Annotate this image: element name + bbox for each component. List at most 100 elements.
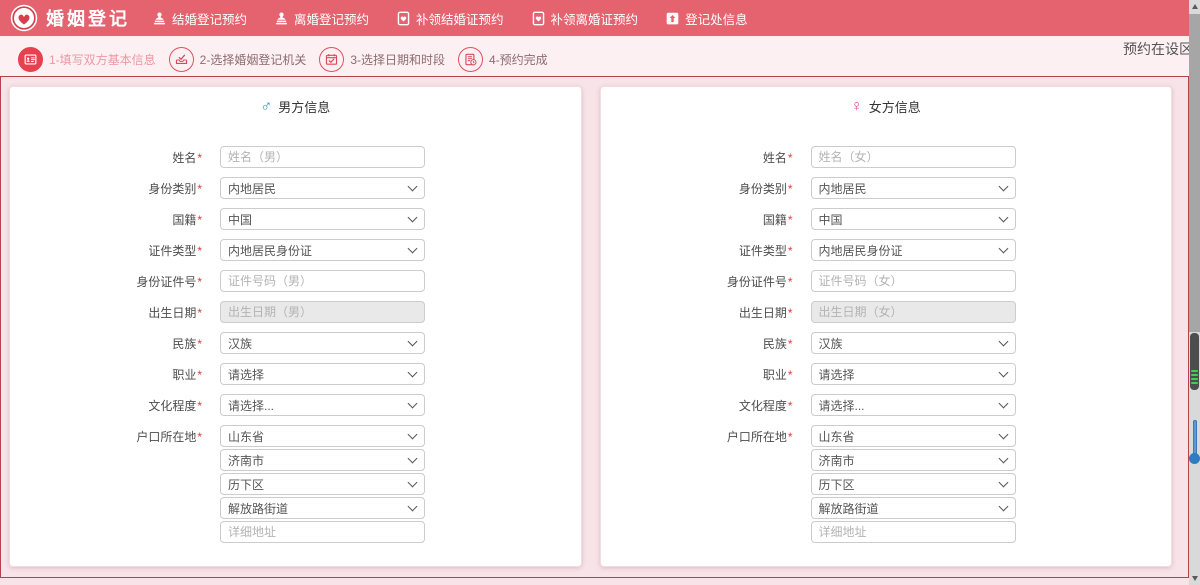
- name-input-female[interactable]: [811, 146, 1016, 168]
- cert-type-select-female[interactable]: 内地居民身份证: [811, 239, 1016, 261]
- step-3[interactable]: 3-选择日期和时段: [319, 47, 445, 72]
- form-row-ethnicity: 民族*汉族: [10, 332, 581, 354]
- document-clock-icon: [458, 47, 483, 72]
- education-select-male[interactable]: 请选择...: [220, 394, 425, 416]
- required-mark: *: [788, 275, 793, 289]
- id-card-icon: [18, 47, 43, 72]
- chevron-down-icon: [998, 244, 1008, 254]
- field-label: 户口所在地*: [601, 428, 811, 445]
- nationality-select-female[interactable]: 中国: [811, 208, 1016, 230]
- required-mark: *: [788, 399, 793, 413]
- form-row-cert-type: 证件类型*内地居民身份证: [10, 239, 581, 261]
- form-row-cert-type: 证件类型*内地居民身份证: [601, 239, 1172, 261]
- step-2[interactable]: 2-选择婚姻登记机关: [169, 47, 307, 72]
- province-select-female[interactable]: 山东省: [811, 425, 1016, 447]
- panel-title: 女方信息: [869, 97, 921, 116]
- form-row-name: 姓名*: [10, 146, 581, 168]
- district-select-male[interactable]: 历下区: [220, 473, 425, 495]
- stamp-check-icon: [169, 47, 194, 72]
- form-row-occupation: 职业*请选择: [601, 363, 1172, 385]
- chevron-down-icon: [408, 502, 418, 512]
- birth-date-input-male: [220, 301, 425, 323]
- male-panel-header: ♂ 男方信息: [10, 97, 581, 116]
- form-row-province: 户口所在地*山东省: [10, 425, 581, 447]
- occupation-select-female[interactable]: 请选择: [811, 363, 1016, 385]
- extension-grab-handle-icon[interactable]: [1190, 333, 1199, 390]
- field-label: 职业*: [10, 366, 220, 383]
- navbar-item-5[interactable]: 登记处信息: [665, 9, 748, 28]
- field-label: 国籍*: [10, 211, 220, 228]
- step-4[interactable]: 4-预约完成: [458, 47, 548, 72]
- scrollbar-thumb[interactable]: [1189, 14, 1200, 332]
- navbar-item-1[interactable]: 结婚登记预约: [152, 9, 247, 28]
- nationality-select-male[interactable]: 中国: [220, 208, 425, 230]
- app-logo-icon: [10, 4, 38, 32]
- chevron-down-icon: [408, 213, 418, 223]
- scrollbar-down-arrow-icon[interactable]: [1189, 572, 1200, 585]
- chevron-down-icon: [998, 399, 1008, 409]
- field-label: 证件类型*: [601, 242, 811, 259]
- navbar-menu: 结婚登记预约 离婚登记预约 补领结婚证预约 补领离婚证预约 登记处信息: [152, 9, 775, 28]
- name-input-male[interactable]: [220, 146, 425, 168]
- male-form: 姓名*身份类别*内地居民国籍*中国证件类型*内地居民身份证身份证件号*出生日期*…: [10, 146, 581, 543]
- marriage-stamp-icon: [152, 11, 167, 26]
- scrollbar-up-arrow-icon[interactable]: [1189, 0, 1200, 13]
- field-label: 文化程度*: [601, 397, 811, 414]
- male-gender-icon: ♂: [260, 99, 272, 115]
- street-select-female[interactable]: 解放路街道: [811, 497, 1016, 519]
- female-form: 姓名*身份类别*内地居民国籍*中国证件类型*内地居民身份证身份证件号*出生日期*…: [601, 146, 1172, 543]
- form-row-city: 济南市: [10, 449, 581, 471]
- education-select-female[interactable]: 请选择...: [811, 394, 1016, 416]
- field-label: 身份证件号*: [10, 273, 220, 290]
- id-category-select-female[interactable]: 内地居民: [811, 177, 1016, 199]
- city-select-male[interactable]: 济南市: [220, 449, 425, 471]
- cert-number-input-male[interactable]: [220, 270, 425, 292]
- ethnicity-select-male[interactable]: 汉族: [220, 332, 425, 354]
- panel-female: ♀女方信息姓名*身份类别*内地居民国籍*中国证件类型*内地居民身份证身份证件号*…: [600, 86, 1173, 567]
- field-label: 职业*: [601, 366, 811, 383]
- topbar: 预约在设区市 1-填写双方基本信息2-选择婚姻登记机关3-选择日期和时段4-预约…: [0, 36, 1200, 76]
- field-label: 姓名*: [601, 149, 811, 166]
- field-label: 户口所在地*: [10, 428, 220, 445]
- divorce-stamp-icon: [274, 11, 289, 26]
- chevron-down-icon: [408, 399, 418, 409]
- required-mark: *: [788, 182, 793, 196]
- ethnicity-select-female[interactable]: 汉族: [811, 332, 1016, 354]
- form-row-cert-number: 身份证件号*: [601, 270, 1172, 292]
- step-1[interactable]: 1-填写双方基本信息: [18, 47, 156, 72]
- id-category-select-male[interactable]: 内地居民: [220, 177, 425, 199]
- chevron-down-icon: [408, 430, 418, 440]
- required-mark: *: [788, 337, 793, 351]
- form-row-education: 文化程度*请选择...: [601, 394, 1172, 416]
- cert-type-select-male[interactable]: 内地居民身份证: [220, 239, 425, 261]
- required-mark: *: [197, 430, 202, 444]
- thermometer-widget-icon[interactable]: [1189, 420, 1200, 468]
- required-mark: *: [197, 306, 202, 320]
- required-mark: *: [197, 151, 202, 165]
- form-row-birth-date: 出生日期*: [10, 301, 581, 323]
- panel-title: 男方信息: [278, 97, 330, 116]
- field-label: 民族*: [10, 335, 220, 352]
- form-row-name: 姓名*: [601, 146, 1172, 168]
- district-select-female[interactable]: 历下区: [811, 473, 1016, 495]
- cert-number-input-female[interactable]: [811, 270, 1016, 292]
- navbar-item-label: 登记处信息: [685, 9, 748, 28]
- city-select-female[interactable]: 济南市: [811, 449, 1016, 471]
- navbar-item-label: 补领结婚证预约: [416, 9, 504, 28]
- street-select-male[interactable]: 解放路街道: [220, 497, 425, 519]
- navbar-item-2[interactable]: 离婚登记预约: [274, 9, 369, 28]
- form-row-education: 文化程度*请选择...: [10, 394, 581, 416]
- occupation-select-male[interactable]: 请选择: [220, 363, 425, 385]
- address-detail-input-male[interactable]: [220, 521, 425, 543]
- navbar-item-4[interactable]: 补领离婚证预约: [531, 9, 639, 28]
- form-row-nationality: 国籍*中国: [10, 208, 581, 230]
- required-mark: *: [788, 368, 793, 382]
- navbar-item-3[interactable]: 补领结婚证预约: [396, 9, 504, 28]
- chevron-down-icon: [998, 182, 1008, 192]
- required-mark: *: [788, 306, 793, 320]
- chevron-down-icon: [408, 182, 418, 192]
- vertical-scrollbar[interactable]: [1189, 0, 1200, 585]
- province-select-male[interactable]: 山东省: [220, 425, 425, 447]
- chevron-down-icon: [998, 478, 1008, 488]
- address-detail-input-female[interactable]: [811, 521, 1016, 543]
